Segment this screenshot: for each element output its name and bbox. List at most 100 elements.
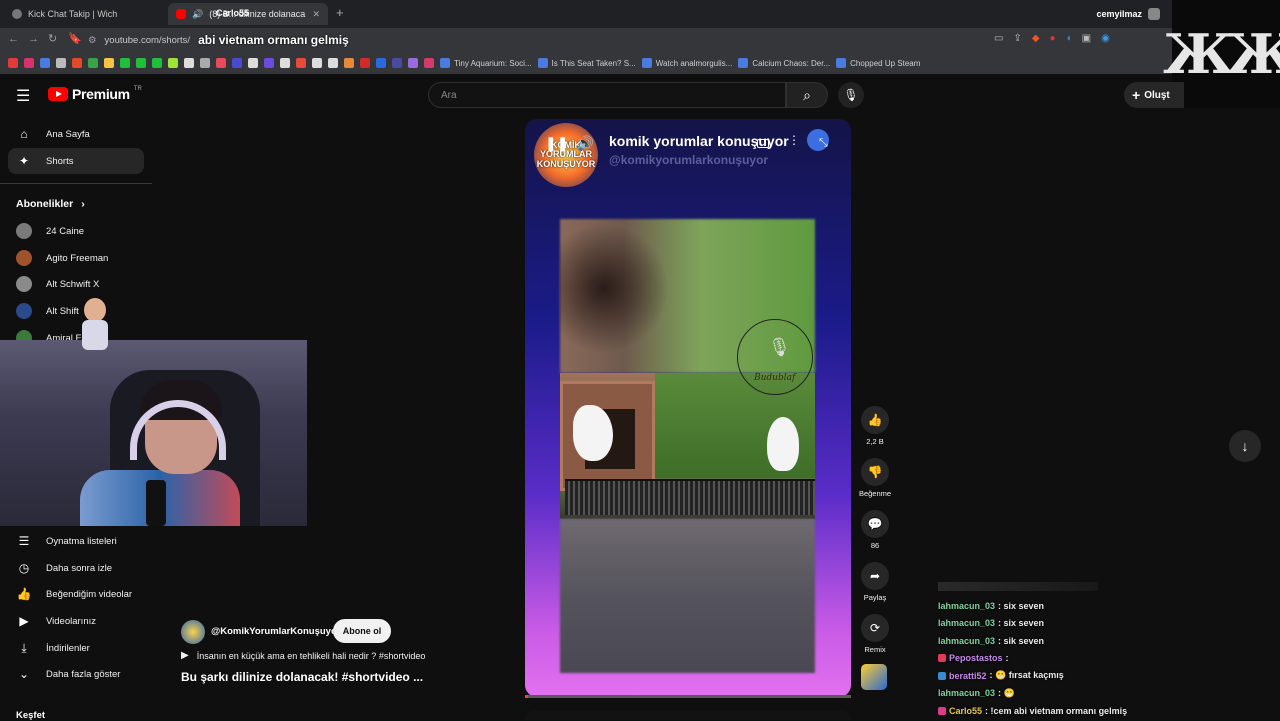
- next-video-button[interactable]: ↓: [1229, 430, 1261, 462]
- bookmark-favicon-icon[interactable]: [88, 58, 98, 68]
- bookmark-favicon-icon[interactable]: [232, 58, 242, 68]
- sidebar-item-library[interactable]: ⌄ Daha fazla göster: [8, 661, 144, 687]
- channel-name[interactable]: @KomikYorumlarKonuşuyor: [211, 626, 340, 637]
- sidebar-subscription-item[interactable]: Alt Shift: [8, 298, 144, 324]
- video-progress-track[interactable]: [525, 695, 851, 698]
- channel-avatar[interactable]: [181, 620, 205, 644]
- volume-icon[interactable]: 🔊: [576, 135, 593, 152]
- sound-thumbnail[interactable]: [861, 664, 887, 690]
- audio-icon[interactable]: ◖: [1066, 33, 1072, 44]
- video-title[interactable]: Bu şarkı dilinize dolanacak! #shortvideo…: [181, 670, 423, 684]
- bookmark-favicon-icon[interactable]: [392, 58, 402, 68]
- more-options-icon[interactable]: ⋮: [788, 133, 800, 147]
- bookmark-favicon-icon[interactable]: [200, 58, 210, 68]
- sidebar-item-library[interactable]: ▶ Videolarınız: [8, 608, 144, 634]
- sidebar-item-home[interactable]: ⌂ Ana Sayfa: [8, 121, 144, 147]
- next-short-preview[interactable]: [525, 710, 851, 720]
- bookmark-favicon-icon[interactable]: [72, 58, 82, 68]
- bookmark-item[interactable]: Calcium Chaos: Der...: [738, 58, 830, 68]
- remix-button[interactable]: ⟳: [861, 614, 889, 642]
- expand-icon[interactable]: ⤡: [819, 137, 828, 150]
- cast-icon[interactable]: ▭: [994, 33, 1003, 44]
- bookmark-favicon-icon[interactable]: [8, 58, 18, 68]
- bookmark-favicon-icon[interactable]: [280, 58, 290, 68]
- like-label: 2,2 B: [866, 437, 884, 446]
- reload-icon[interactable]: ↻: [48, 32, 57, 45]
- chat-cutoff-line: [938, 582, 1098, 591]
- bookmark-favicon-icon[interactable]: [24, 58, 34, 68]
- bookmark-favicon-icon[interactable]: [136, 58, 146, 68]
- sidebar-divider: [0, 183, 152, 184]
- comments-button[interactable]: 💬: [861, 510, 889, 538]
- bookmark-item[interactable]: Tiny Aquarium: Soci...: [440, 58, 532, 68]
- chat-username: Pepostastos: [949, 653, 1003, 664]
- share-button[interactable]: ➦: [861, 562, 889, 590]
- bookmark-favicon-icon[interactable]: [120, 58, 130, 68]
- bookmark-icon[interactable]: 🔖: [68, 32, 82, 45]
- subscribe-button[interactable]: Abone ol: [333, 619, 391, 643]
- bookmark-item[interactable]: Is This Seat Taken? S...: [537, 58, 636, 68]
- sidebar-item-shorts[interactable]: ✦ Shorts: [8, 148, 144, 174]
- url-field[interactable]: ⚙ youtube.com/shorts/ abi vietnam ormanı…: [88, 31, 988, 49]
- bookmark-favicon-icon[interactable]: [168, 58, 178, 68]
- music-line[interactable]: ▶ İnsanın en küçük ama en tehlikeli hali…: [181, 650, 425, 661]
- bookmark-favicon-icon[interactable]: [328, 58, 338, 68]
- captions-icon[interactable]: [757, 139, 769, 148]
- bookmark-favicon-icon[interactable]: [216, 58, 226, 68]
- bookmark-favicon-icon[interactable]: [264, 58, 274, 68]
- shorts-player[interactable]: KOMİK YORUMLAR KONUŞUYOR ❚❚ 🔊 komik yoru…: [525, 119, 851, 697]
- youtube-premium-logo[interactable]: Premium TR: [48, 86, 142, 102]
- bookmark-favicon-icon[interactable]: [296, 58, 306, 68]
- extension-icon[interactable]: ●: [1050, 33, 1056, 44]
- subscriptions-header[interactable]: Abonelikler ›: [16, 198, 85, 210]
- bookmark-favicon-icon[interactable]: [376, 58, 386, 68]
- bookmark-favicon-icon[interactable]: [360, 58, 370, 68]
- sidebar-item-library[interactable]: ◷ Daha sonra izle: [8, 555, 144, 581]
- pause-icon[interactable]: ❚❚: [545, 135, 568, 152]
- bookmark-item[interactable]: Watch analmorgulis...: [641, 58, 732, 68]
- sidebar-subscription-item[interactable]: Agito Freeman: [8, 245, 144, 271]
- dislike-button[interactable]: 👎: [861, 458, 889, 486]
- sidebar-item-library[interactable]: 👍 Beğendiğim videolar: [8, 581, 144, 607]
- new-tab-button[interactable]: +: [336, 5, 344, 20]
- sticker-head: [84, 298, 106, 322]
- back-icon[interactable]: ←: [8, 33, 19, 45]
- voice-search-button[interactable]: 🎙: [838, 82, 864, 108]
- vpn-icon[interactable]: ◉: [1101, 33, 1110, 44]
- bookmarks-bar: Tiny Aquarium: Soci... Is This Seat Taken…: [0, 52, 1280, 74]
- bookmark-favicon-icon[interactable]: [408, 58, 418, 68]
- brave-shield-icon[interactable]: ◆: [1032, 33, 1040, 44]
- chat-text: : !cem abi vietnam ormanı gelmiş: [985, 705, 1128, 716]
- bookmark-favicon-icon[interactable]: [344, 58, 354, 68]
- forward-icon[interactable]: →: [28, 33, 39, 45]
- bookmark-favicon-icon[interactable]: [56, 58, 66, 68]
- tab-kick-chat[interactable]: Kick Chat Takip | Wich: [4, 3, 164, 25]
- sidebar-toggle-icon[interactable]: ▣: [1082, 33, 1091, 44]
- tab-close-icon[interactable]: ✕: [312, 9, 320, 20]
- bookmark-favicon-icon[interactable]: [312, 58, 322, 68]
- like-button[interactable]: 👍: [861, 406, 889, 434]
- search-icon: ⌕: [803, 86, 811, 103]
- share-page-icon[interactable]: ⇪: [1013, 33, 1021, 44]
- bookmark-favicon-icon[interactable]: [152, 58, 162, 68]
- sidebar-subscription-item[interactable]: 24 Caine: [8, 218, 144, 244]
- bookmark-item[interactable]: Chopped Up Steam: [836, 58, 920, 68]
- bookmark-favicon-icon[interactable]: [184, 58, 194, 68]
- chat-username: lahmacun_03: [938, 618, 996, 629]
- create-button[interactable]: + Oluşt: [1124, 82, 1184, 108]
- chat-username: Carlo55: [949, 705, 983, 716]
- bookmark-favicon-icon[interactable]: [424, 58, 434, 68]
- sidebar-item-library[interactable]: ⤓ İndirilenler: [8, 635, 144, 661]
- search-input[interactable]: Ara: [428, 82, 786, 108]
- search-button[interactable]: ⌕: [786, 82, 828, 108]
- profile-chip[interactable]: cemyilmaz: [1096, 8, 1160, 20]
- menu-icon[interactable]: ☰: [16, 86, 30, 106]
- streamer-webcam: [0, 340, 307, 526]
- bookmark-favicon-icon[interactable]: [104, 58, 114, 68]
- sidebar-item-library[interactable]: ☰ Oynatma listeleri: [8, 528, 144, 554]
- bookmark-favicon-icon[interactable]: [40, 58, 50, 68]
- sidebar-subscription-item[interactable]: Alt Schwift X: [8, 271, 144, 297]
- chat-username: beratti52: [949, 670, 987, 681]
- bookmark-favicon-icon[interactable]: [248, 58, 258, 68]
- remix-label: Remix: [864, 645, 886, 654]
